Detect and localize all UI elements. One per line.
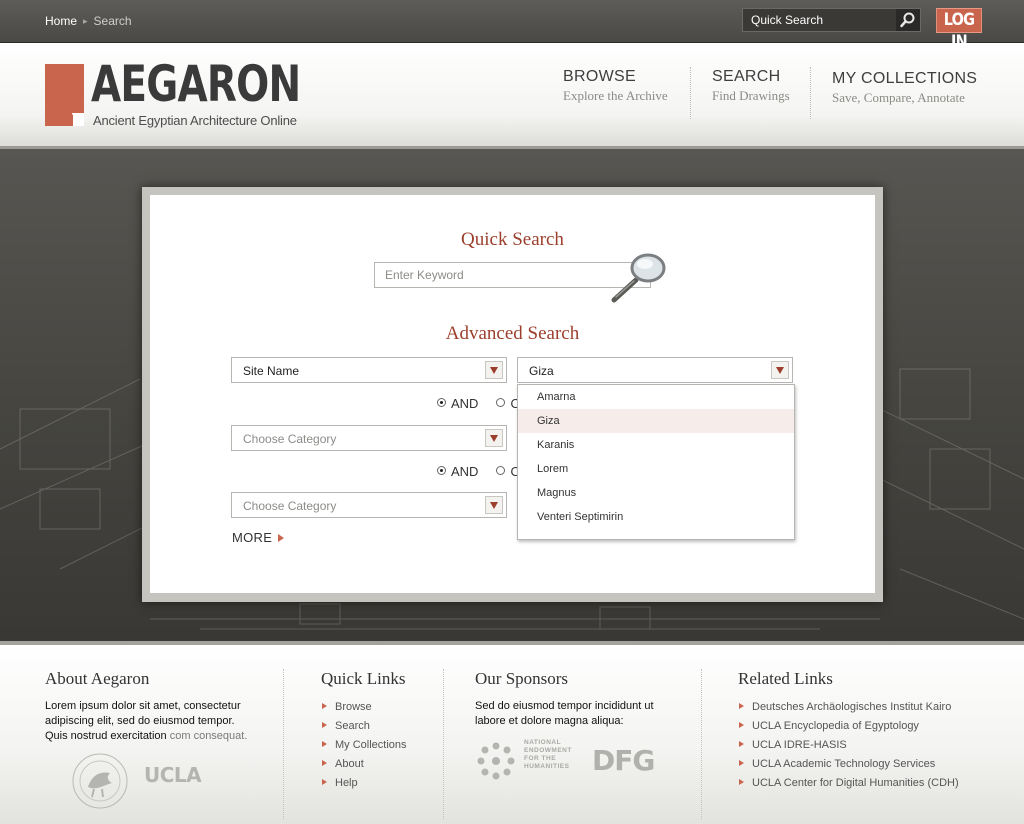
quick-links-heading: Quick Links — [321, 669, 406, 688]
quick-link-search[interactable]: Search — [321, 719, 407, 738]
radio-and-label: AND — [451, 396, 479, 411]
related-link[interactable]: Deutsches Archäologisches Institut Kairo — [738, 700, 959, 719]
chevron-down-icon[interactable] — [771, 361, 789, 379]
radio-unchecked-icon — [496, 398, 506, 407]
top-bar: Home ▸ Search LOG IN — [0, 0, 1024, 52]
quick-links-list: Browse Search My Collections About Help — [321, 700, 407, 795]
field-select-2[interactable]: Choose Category — [231, 425, 507, 451]
dropdown-option[interactable]: Karanis — [518, 433, 794, 457]
nav-search-subtitle: Find Drawings — [712, 88, 790, 103]
footer-divider — [283, 669, 284, 819]
quick-search-heading: Quick Search — [461, 229, 564, 250]
more-label: MORE — [232, 530, 273, 545]
dropdown-option[interactable]: Lorem — [518, 457, 794, 481]
nav-divider — [690, 67, 691, 119]
search-panel: Quick Search Advanced Search Site Name G… — [150, 195, 875, 593]
quick-search-box — [742, 8, 921, 32]
logo-title[interactable]: AEGARON — [91, 56, 301, 112]
footer-divider — [701, 669, 702, 819]
sponsors-heading: Our Sponsors — [475, 669, 569, 688]
related-link[interactable]: UCLA Center for Digital Humanities (CDH) — [738, 776, 959, 795]
chevron-down-icon[interactable] — [485, 429, 503, 447]
related-links-list: Deutsches Archäologisches Institut Kairo… — [738, 700, 959, 795]
nav-search-title: SEARCH — [712, 68, 781, 85]
neh-line: ENDOWMENT — [524, 747, 572, 754]
field-select-1[interactable]: Site Name — [231, 357, 507, 383]
neh-line: HUMANITIES — [524, 763, 570, 770]
breadcrumb-separator: ▸ — [83, 16, 88, 26]
breadcrumb-home-link[interactable]: Home — [45, 14, 77, 28]
radio-and-label: AND — [451, 464, 479, 479]
field-select-1-value: Site Name — [243, 364, 300, 378]
value-select-1-value: Giza — [529, 364, 554, 378]
nav-browse[interactable]: BROWSE Explore the Archive — [563, 68, 668, 104]
logo-subtitle: Ancient Egyptian Architecture Online — [93, 113, 297, 128]
related-link[interactable]: UCLA Encyclopedia of Egyptology — [738, 719, 959, 738]
breadcrumb-current: Search — [93, 14, 132, 28]
related-link[interactable]: UCLA Academic Technology Services — [738, 757, 959, 776]
quick-search-button[interactable] — [896, 9, 920, 31]
radio-checked-icon — [437, 466, 446, 475]
field-select-3-placeholder: Choose Category — [243, 499, 337, 513]
related-link[interactable]: UCLA IDRE-HASIS — [738, 738, 959, 757]
value-select-1[interactable]: Giza — [517, 357, 793, 383]
quick-link-about[interactable]: About — [321, 757, 407, 776]
related-links-heading: Related Links — [738, 669, 833, 688]
dropdown-option[interactable]: Venteri Septimirin — [518, 505, 794, 529]
about-heading: About Aegaron — [45, 669, 150, 688]
radio-and-1[interactable]: AND — [437, 396, 478, 411]
main-area: Quick Search Advanced Search Site Name G… — [0, 149, 1024, 641]
neh-logo-text: NATIONAL ENDOWMENT FOR THE HUMANITIES — [524, 739, 572, 771]
dropdown-option-selected[interactable]: Giza — [518, 409, 794, 433]
quick-link-browse[interactable]: Browse — [321, 700, 407, 719]
login-button[interactable]: LOG IN — [936, 8, 982, 52]
footer-divider — [443, 669, 444, 819]
quick-link-my-collections[interactable]: My Collections — [321, 738, 407, 757]
site-footer: About Aegaron Lorem ipsum dolor sit amet… — [0, 641, 1024, 824]
sponsors-text: Sed do eiusmod tempor incididunt ut labo… — [475, 700, 654, 727]
neh-line: NATIONAL — [524, 739, 562, 746]
dfg-logo[interactable]: DFG — [592, 744, 655, 777]
nav-my-collections-title: MY COLLECTIONS — [832, 70, 978, 87]
chevron-down-icon[interactable] — [485, 361, 503, 379]
nav-my-collections-subtitle: Save, Compare, Annotate — [832, 90, 965, 105]
ucla-logo[interactable]: UCLA — [144, 763, 202, 787]
nav-search[interactable]: SEARCH Find Drawings — [712, 68, 790, 104]
nav-browse-subtitle: Explore the Archive — [563, 88, 668, 103]
site-dropdown-menu: Amarna Giza Karanis Lorem Magnus Venteri… — [517, 384, 795, 540]
logo-mark-icon[interactable] — [45, 64, 84, 126]
search-icon — [900, 12, 915, 28]
radio-unchecked-icon — [496, 466, 506, 475]
magnifier-icon[interactable] — [608, 250, 678, 305]
site-header: AEGARON Ancient Egyptian Architecture On… — [0, 43, 1024, 149]
field-select-3[interactable]: Choose Category — [231, 492, 507, 518]
advanced-search-heading: Advanced Search — [445, 323, 580, 344]
quick-link-help[interactable]: Help — [321, 776, 407, 795]
about-link[interactable]: com consequat. — [170, 730, 248, 742]
nav-my-collections[interactable]: MY COLLECTIONS Save, Compare, Annotate — [832, 70, 977, 106]
dropdown-option[interactable]: Amarna — [518, 385, 794, 409]
about-text: Lorem ipsum dolor sit amet, consectetur … — [45, 699, 260, 744]
search-frame: Quick Search Advanced Search Site Name G… — [142, 187, 883, 602]
radio-and-2[interactable]: AND — [437, 464, 478, 479]
chevron-down-icon[interactable] — [485, 496, 503, 514]
breadcrumb: Home ▸ Search — [45, 14, 132, 28]
caret-right-icon — [278, 534, 285, 542]
institute-seal-icon[interactable] — [72, 753, 128, 809]
quick-search-input[interactable] — [743, 9, 895, 31]
neh-line: FOR THE — [524, 755, 557, 762]
neh-logo-icon[interactable] — [474, 738, 522, 784]
nav-divider — [810, 67, 811, 119]
nav-browse-title: BROWSE — [563, 68, 636, 85]
field-select-2-placeholder: Choose Category — [243, 432, 337, 446]
more-link[interactable]: MORE — [232, 530, 285, 545]
radio-checked-icon — [437, 398, 446, 407]
dropdown-option[interactable]: Magnus — [518, 481, 794, 505]
